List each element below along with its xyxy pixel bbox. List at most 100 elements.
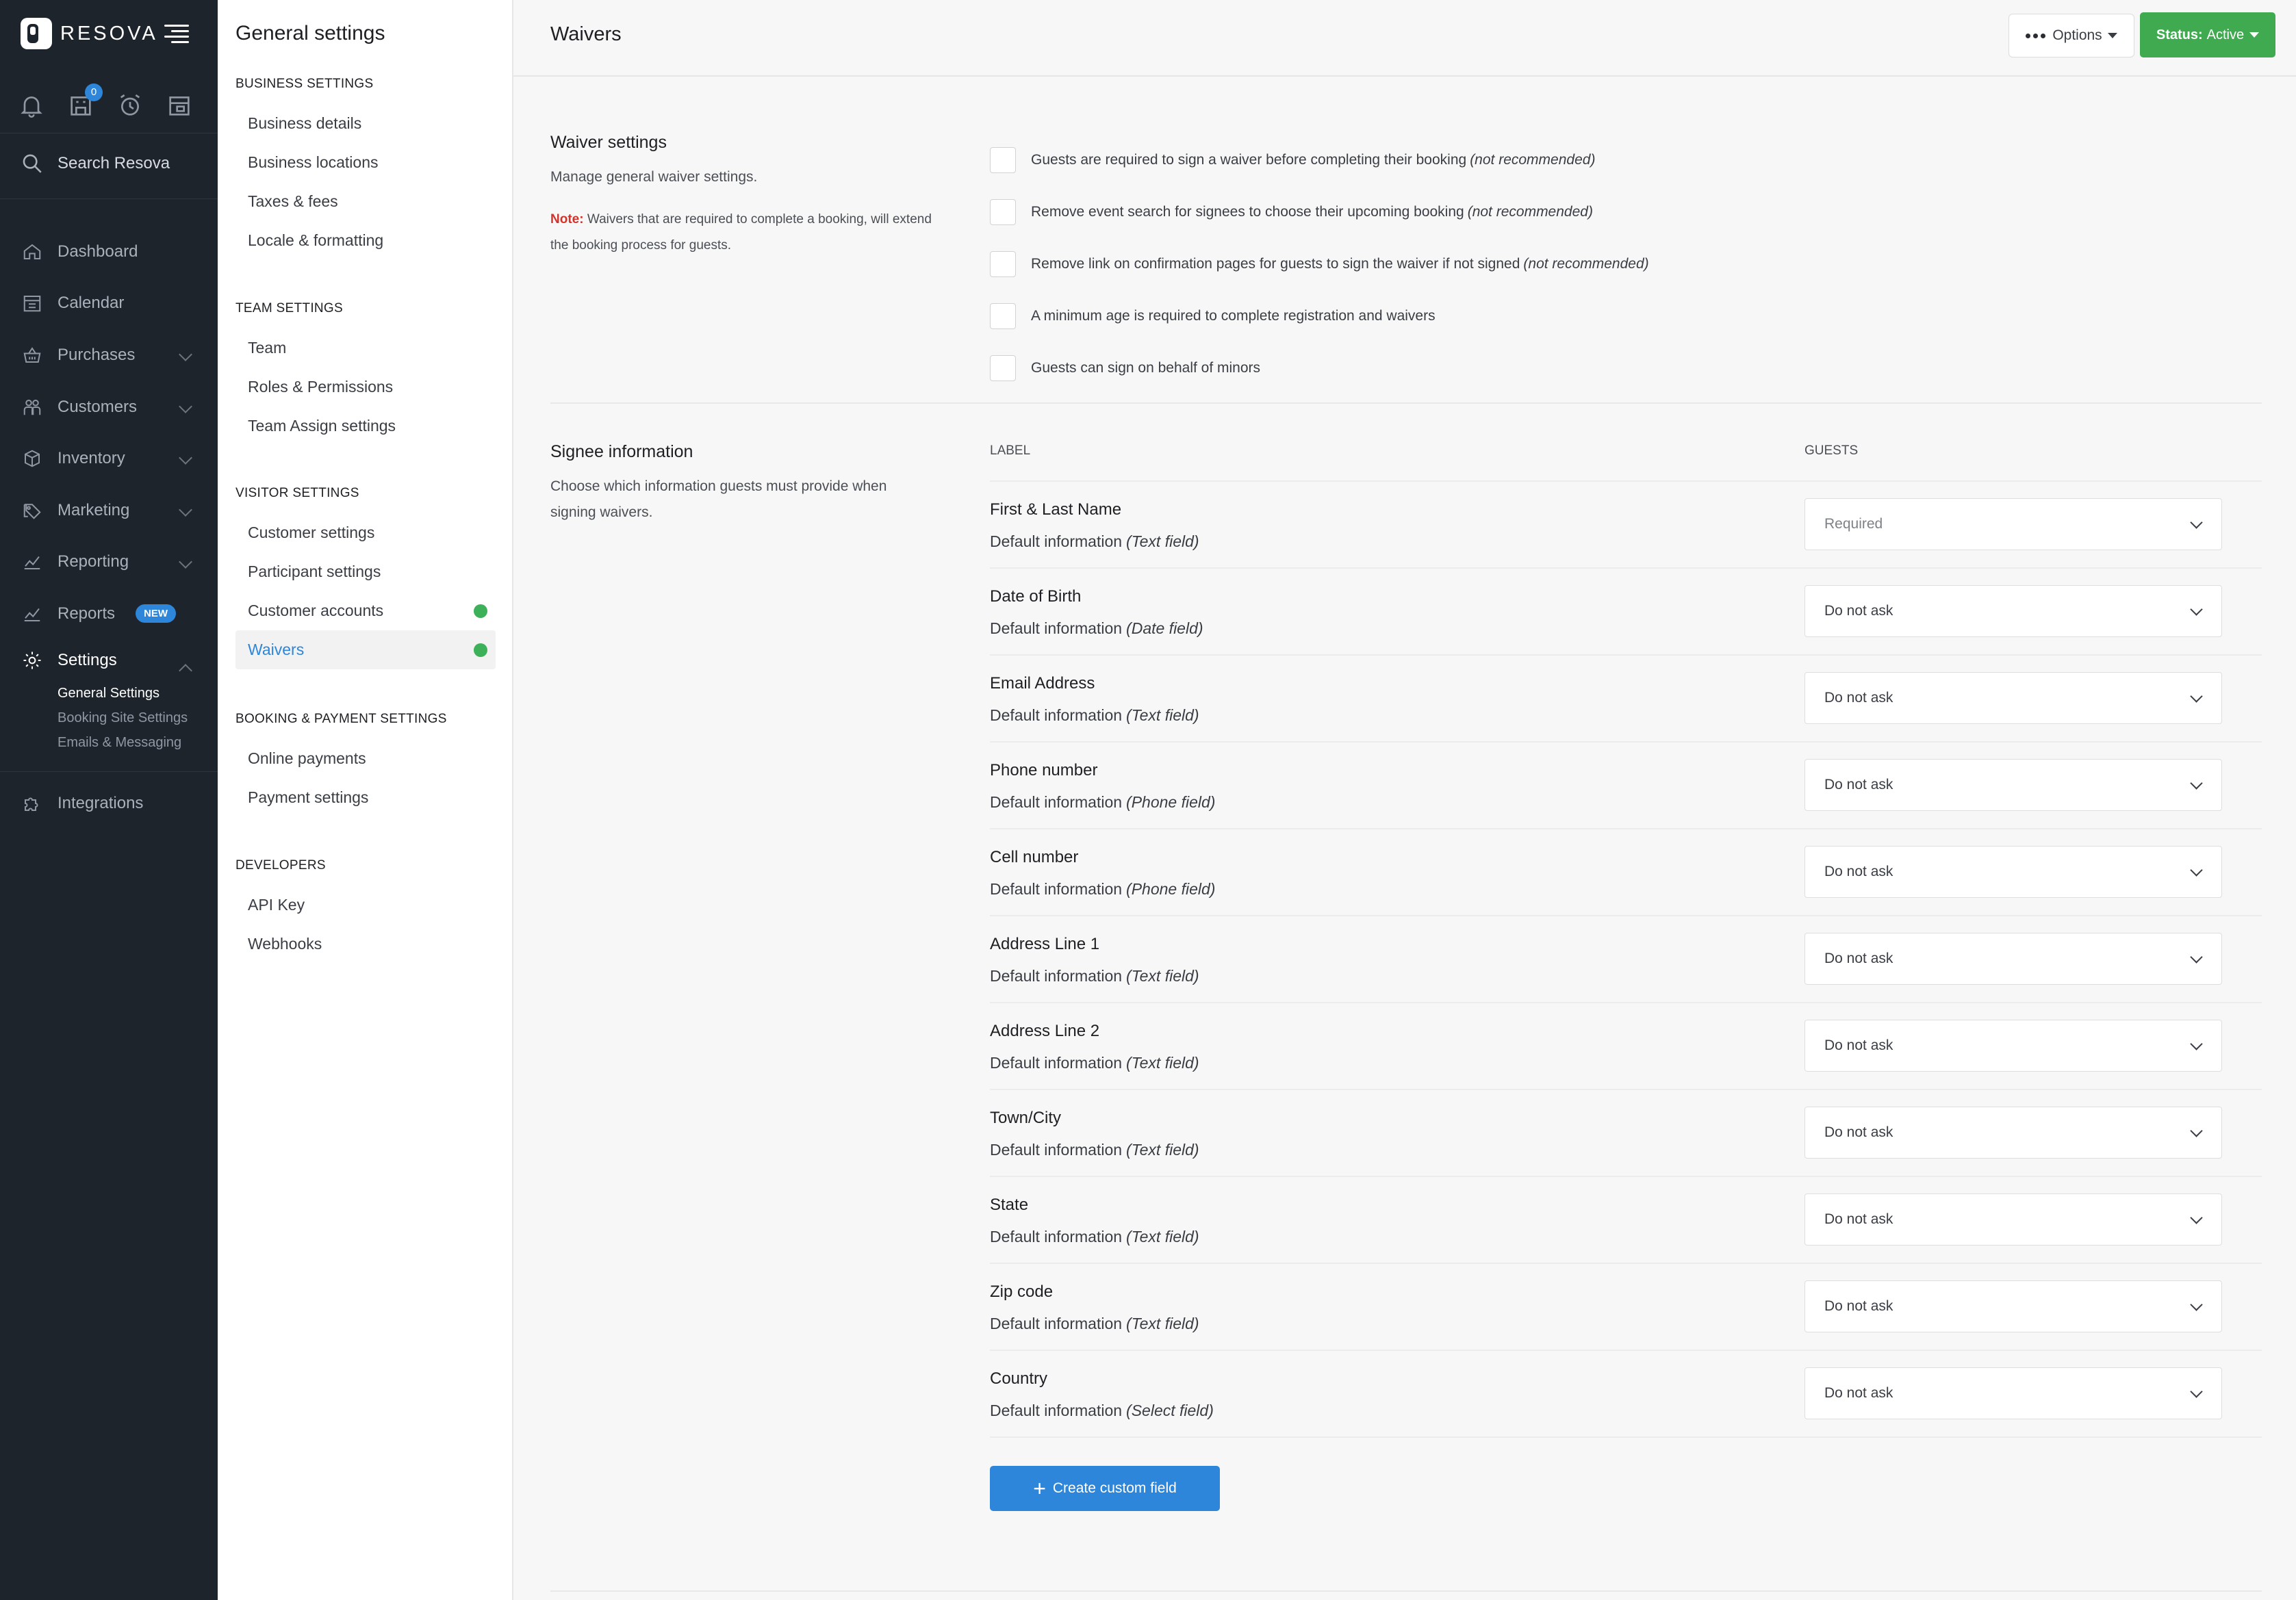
bookings-icon[interactable]: 0 <box>67 83 103 119</box>
nav-label: Marketing <box>58 500 130 519</box>
settings-item-business-details[interactable]: Business details <box>235 104 496 143</box>
checkbox[interactable] <box>990 355 1016 381</box>
calendar-grid-icon[interactable] <box>166 92 196 119</box>
field-name: Phone number <box>990 761 1098 779</box>
nav-customers[interactable]: Customers <box>0 381 218 433</box>
guests-requirement-select[interactable]: Do not ask <box>1804 846 2222 898</box>
settings-item-team-assign[interactable]: Team Assign settings <box>235 407 496 446</box>
nav-inventory[interactable]: Inventory <box>0 433 218 485</box>
settings-item-webhooks[interactable]: Webhooks <box>235 925 496 964</box>
guests-requirement-select[interactable]: Do not ask <box>1804 1193 2222 1246</box>
group-heading: DEVELOPERS <box>235 858 326 873</box>
nav-reporting[interactable]: Reporting <box>0 537 218 589</box>
nav-dashboard[interactable]: Dashboard <box>0 226 218 278</box>
options-button[interactable]: Options <box>2008 14 2134 57</box>
signee-fields-table: First & Last Name Default information (Te… <box>990 480 2262 1438</box>
search-button[interactable]: Search Resova <box>21 152 170 175</box>
bell-icon[interactable] <box>18 92 48 119</box>
guests-requirement-select[interactable]: Do not ask <box>1804 1367 2222 1419</box>
waiver-settings-title: Waiver settings <box>550 133 667 152</box>
submenu-booking-site-settings[interactable]: Booking Site Settings <box>58 706 218 730</box>
tag-icon <box>23 504 41 519</box>
settings-item-team[interactable]: Team <box>235 328 496 367</box>
guests-requirement-select[interactable]: Do not ask <box>1804 672 2222 724</box>
hamburger-menu-icon[interactable] <box>164 25 189 44</box>
field-name: Zip code <box>990 1282 1054 1301</box>
table-row: First & Last Name Default information (Te… <box>990 482 2262 569</box>
field-type: Default information (Text field) <box>990 1054 1199 1072</box>
chevron-down-icon <box>2190 1298 2203 1311</box>
nav-purchases[interactable]: Purchases <box>0 329 218 381</box>
home-icon <box>23 244 41 259</box>
gear-icon <box>23 651 41 669</box>
settings-item-payment-settings[interactable]: Payment settings <box>235 778 496 817</box>
chevron-down-icon <box>2190 951 2203 964</box>
waiver-option: Remove event search for signees to choos… <box>990 186 1649 238</box>
chevron-down-icon <box>2190 1124 2203 1137</box>
settings-item-participant-settings[interactable]: Participant settings <box>235 552 496 591</box>
nav-calendar[interactable]: Calendar <box>0 278 218 330</box>
settings-item-customer-settings[interactable]: Customer settings <box>235 513 496 552</box>
nav-label: Customers <box>58 397 138 416</box>
group-heading: VISITOR SETTINGS <box>235 486 359 500</box>
nav-label: Integrations <box>58 793 144 812</box>
brand-name: RESOVA <box>60 22 158 44</box>
guests-requirement-select[interactable]: Do not ask <box>1804 933 2222 985</box>
submenu-emails-messaging[interactable]: Emails & Messaging <box>58 730 218 755</box>
resova-logo[interactable]: RESOVA <box>21 18 158 49</box>
field-type: Default information (Text field) <box>990 532 1199 550</box>
create-custom-field-button[interactable]: + Create custom field <box>990 1466 1220 1511</box>
nav-integrations[interactable]: Integrations <box>0 777 218 829</box>
status-prefix: Status: <box>2156 27 2203 42</box>
box-icon <box>25 450 40 467</box>
waiver-settings-description: Manage general waiver settings. <box>550 169 758 185</box>
settings-panel-title: General settings <box>235 22 385 44</box>
settings-item-waivers[interactable]: Waivers <box>235 630 496 669</box>
settings-item-taxes-fees[interactable]: Taxes & fees <box>235 182 496 221</box>
field-type: Default information (Text field) <box>990 706 1199 724</box>
field-name: Address Line 2 <box>990 1022 1100 1040</box>
settings-item-label: Waivers <box>248 641 305 658</box>
option-hint: (not recommended) <box>1470 152 1596 168</box>
nav-label: Reporting <box>58 552 129 571</box>
waiver-note: Note: Waivers that are required to compl… <box>550 207 934 259</box>
guests-requirement-select[interactable]: Do not ask <box>1804 1020 2222 1072</box>
table-row: Date of Birth Default information (Date f… <box>990 569 2262 656</box>
checkbox[interactable] <box>990 303 1016 329</box>
chevron-down-icon <box>2190 777 2203 790</box>
guests-requirement-select[interactable]: Do not ask <box>1804 1107 2222 1159</box>
nav-marketing[interactable]: Marketing <box>0 485 218 537</box>
guests-requirement-select[interactable]: Required <box>1804 498 2222 550</box>
settings-item-online-payments[interactable]: Online payments <box>235 739 496 778</box>
settings-item-business-locations[interactable]: Business locations <box>235 143 496 182</box>
guests-requirement-select[interactable]: Do not ask <box>1804 585 2222 637</box>
visitor-settings-group: VISITOR SETTINGS Customer settings Parti… <box>235 486 496 669</box>
settings-item-api-key[interactable]: API Key <box>235 886 496 925</box>
guests-requirement-select[interactable]: Do not ask <box>1804 759 2222 811</box>
waiver-option: Guests are required to sign a waiver bef… <box>990 134 1649 186</box>
field-type: Default information (Text field) <box>990 1141 1199 1159</box>
field-type: Default information (Select field) <box>990 1402 1214 1419</box>
checkbox[interactable] <box>990 147 1016 173</box>
guests-requirement-select[interactable]: Do not ask <box>1804 1280 2222 1332</box>
settings-item-locale-formatting[interactable]: Locale & formatting <box>235 221 496 260</box>
chevron-down-icon <box>179 451 192 465</box>
chevron-down-icon <box>2190 516 2203 529</box>
nav-settings[interactable]: Settings <box>0 640 218 681</box>
checkbox[interactable] <box>990 251 1016 277</box>
settings-item-customer-accounts[interactable]: Customer accounts <box>235 591 496 630</box>
basket-icon <box>23 347 41 363</box>
create-button-label: Create custom field <box>1052 1480 1177 1496</box>
status-dropdown-button[interactable]: Status: Active <box>2140 12 2275 57</box>
checkbox[interactable] <box>990 199 1016 225</box>
nav-reports[interactable]: Reports NEW <box>0 588 218 640</box>
submenu-general-settings[interactable]: General Settings <box>58 681 218 706</box>
alarm-clock-icon[interactable] <box>116 92 146 119</box>
settings-item-roles-permissions[interactable]: Roles & Permissions <box>235 367 496 407</box>
developers-group: DEVELOPERS API Key Webhooks <box>235 858 496 964</box>
nav-label: Dashboard <box>58 242 138 261</box>
booking-payment-settings-group: BOOKING & PAYMENT SETTINGS Online paymen… <box>235 712 496 817</box>
field-name: Town/City <box>990 1109 1062 1127</box>
table-row: Phone number Default information (Phone f… <box>990 743 2262 829</box>
main-nav: RESOVA 0 Search Resova Dashboard Calenda… <box>0 0 218 1600</box>
